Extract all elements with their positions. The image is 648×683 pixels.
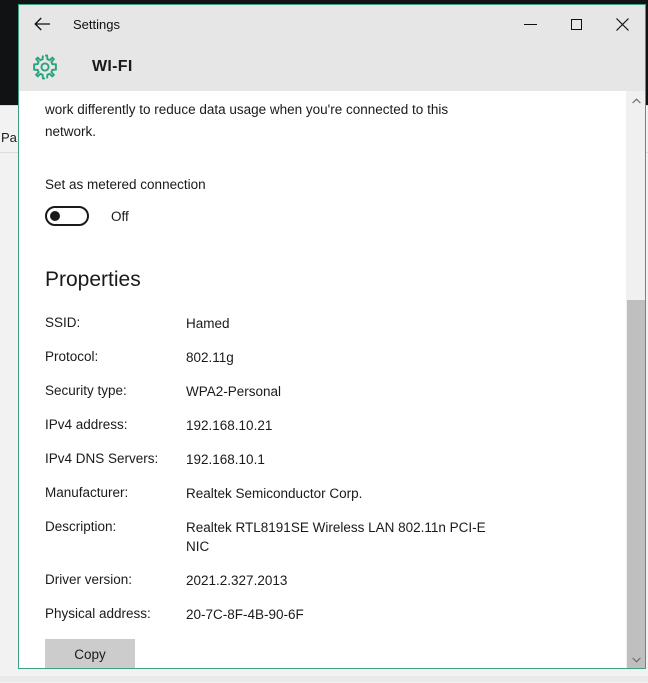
chevron-down-icon: [632, 650, 641, 668]
table-row: Security type: WPA2-Personal: [45, 382, 626, 401]
window-title: Settings: [73, 16, 120, 32]
table-row: IPv4 address: 192.168.10.21: [45, 416, 626, 435]
scroll-up-button[interactable]: [627, 91, 645, 109]
close-icon: [615, 17, 629, 31]
minimize-icon: [523, 23, 537, 25]
metered-connection-label: Set as metered connection: [45, 177, 206, 192]
property-value: 192.168.10.21: [186, 418, 273, 433]
metered-toggle-row: Off: [45, 206, 626, 226]
scroll-down-button[interactable]: [627, 650, 645, 668]
toggle-knob: [50, 211, 60, 221]
minimize-button[interactable]: [507, 5, 553, 43]
property-label: Driver version:: [45, 572, 133, 587]
property-value: WPA2-Personal: [186, 384, 282, 399]
property-label: IPv4 address:: [45, 417, 128, 432]
window-controls: [507, 5, 645, 43]
property-label: Protocol:: [45, 349, 99, 364]
property-value: 192.168.10.1: [186, 452, 265, 467]
properties-table: SSID: Hamed Protocol: 802.11g Security t…: [45, 314, 626, 624]
properties-heading: Properties: [45, 268, 141, 291]
metered-intro-text: work differently to reduce data usage wh…: [45, 102, 449, 139]
table-row: Protocol: 802.11g: [45, 348, 626, 367]
table-row: Driver version: 2021.2.327.2013: [45, 571, 626, 590]
back-arrow-icon: [33, 17, 51, 31]
settings-scroll-content: work differently to reduce data usage wh…: [19, 91, 626, 668]
background-window-partial-text: Pa: [1, 130, 17, 145]
maximize-button[interactable]: [553, 5, 599, 43]
chevron-up-icon: [632, 91, 641, 109]
gear-icon: [22, 54, 68, 80]
property-value: 20-7C-8F-4B-90-6F: [186, 607, 304, 622]
property-label: SSID:: [45, 315, 81, 330]
table-row: SSID: Hamed: [45, 314, 626, 333]
table-row: Physical address: 20-7C-8F-4B-90-6F: [45, 605, 626, 624]
property-label: Manufacturer:: [45, 485, 129, 500]
page-title: WI-FI: [92, 58, 133, 75]
copy-button[interactable]: Copy: [45, 639, 135, 668]
title-bar: Settings: [19, 5, 645, 43]
maximize-icon: [570, 18, 582, 30]
property-value: Hamed: [186, 316, 230, 331]
metered-connection-toggle[interactable]: [45, 206, 89, 226]
settings-window: Settings WI-FI work differently to reduc…: [18, 4, 646, 669]
back-button[interactable]: [19, 5, 65, 43]
vertical-scrollbar[interactable]: [626, 91, 645, 668]
content-area: work differently to reduce data usage wh…: [19, 91, 645, 668]
desktop-bottom-strip: [0, 676, 648, 682]
property-label: IPv4 DNS Servers:: [45, 451, 159, 466]
property-value: 802.11g: [186, 350, 234, 365]
property-label: Security type:: [45, 383, 127, 398]
table-row: Description: Realtek RTL8191SE Wireless …: [45, 518, 626, 556]
close-button[interactable]: [599, 5, 645, 43]
property-value: Realtek Semiconductor Corp.: [186, 486, 363, 501]
property-value: Realtek RTL8191SE Wireless LAN 802.11n P…: [186, 520, 486, 554]
app-header: WI-FI: [19, 43, 645, 91]
property-label: Description:: [45, 519, 117, 534]
property-value: 2021.2.327.2013: [186, 573, 288, 588]
metered-toggle-state: Off: [111, 208, 129, 224]
table-row: Manufacturer: Realtek Semiconductor Corp…: [45, 484, 626, 503]
table-row: IPv4 DNS Servers: 192.168.10.1: [45, 450, 626, 469]
scrollbar-thumb[interactable]: [627, 300, 645, 668]
property-label: Physical address:: [45, 606, 151, 621]
